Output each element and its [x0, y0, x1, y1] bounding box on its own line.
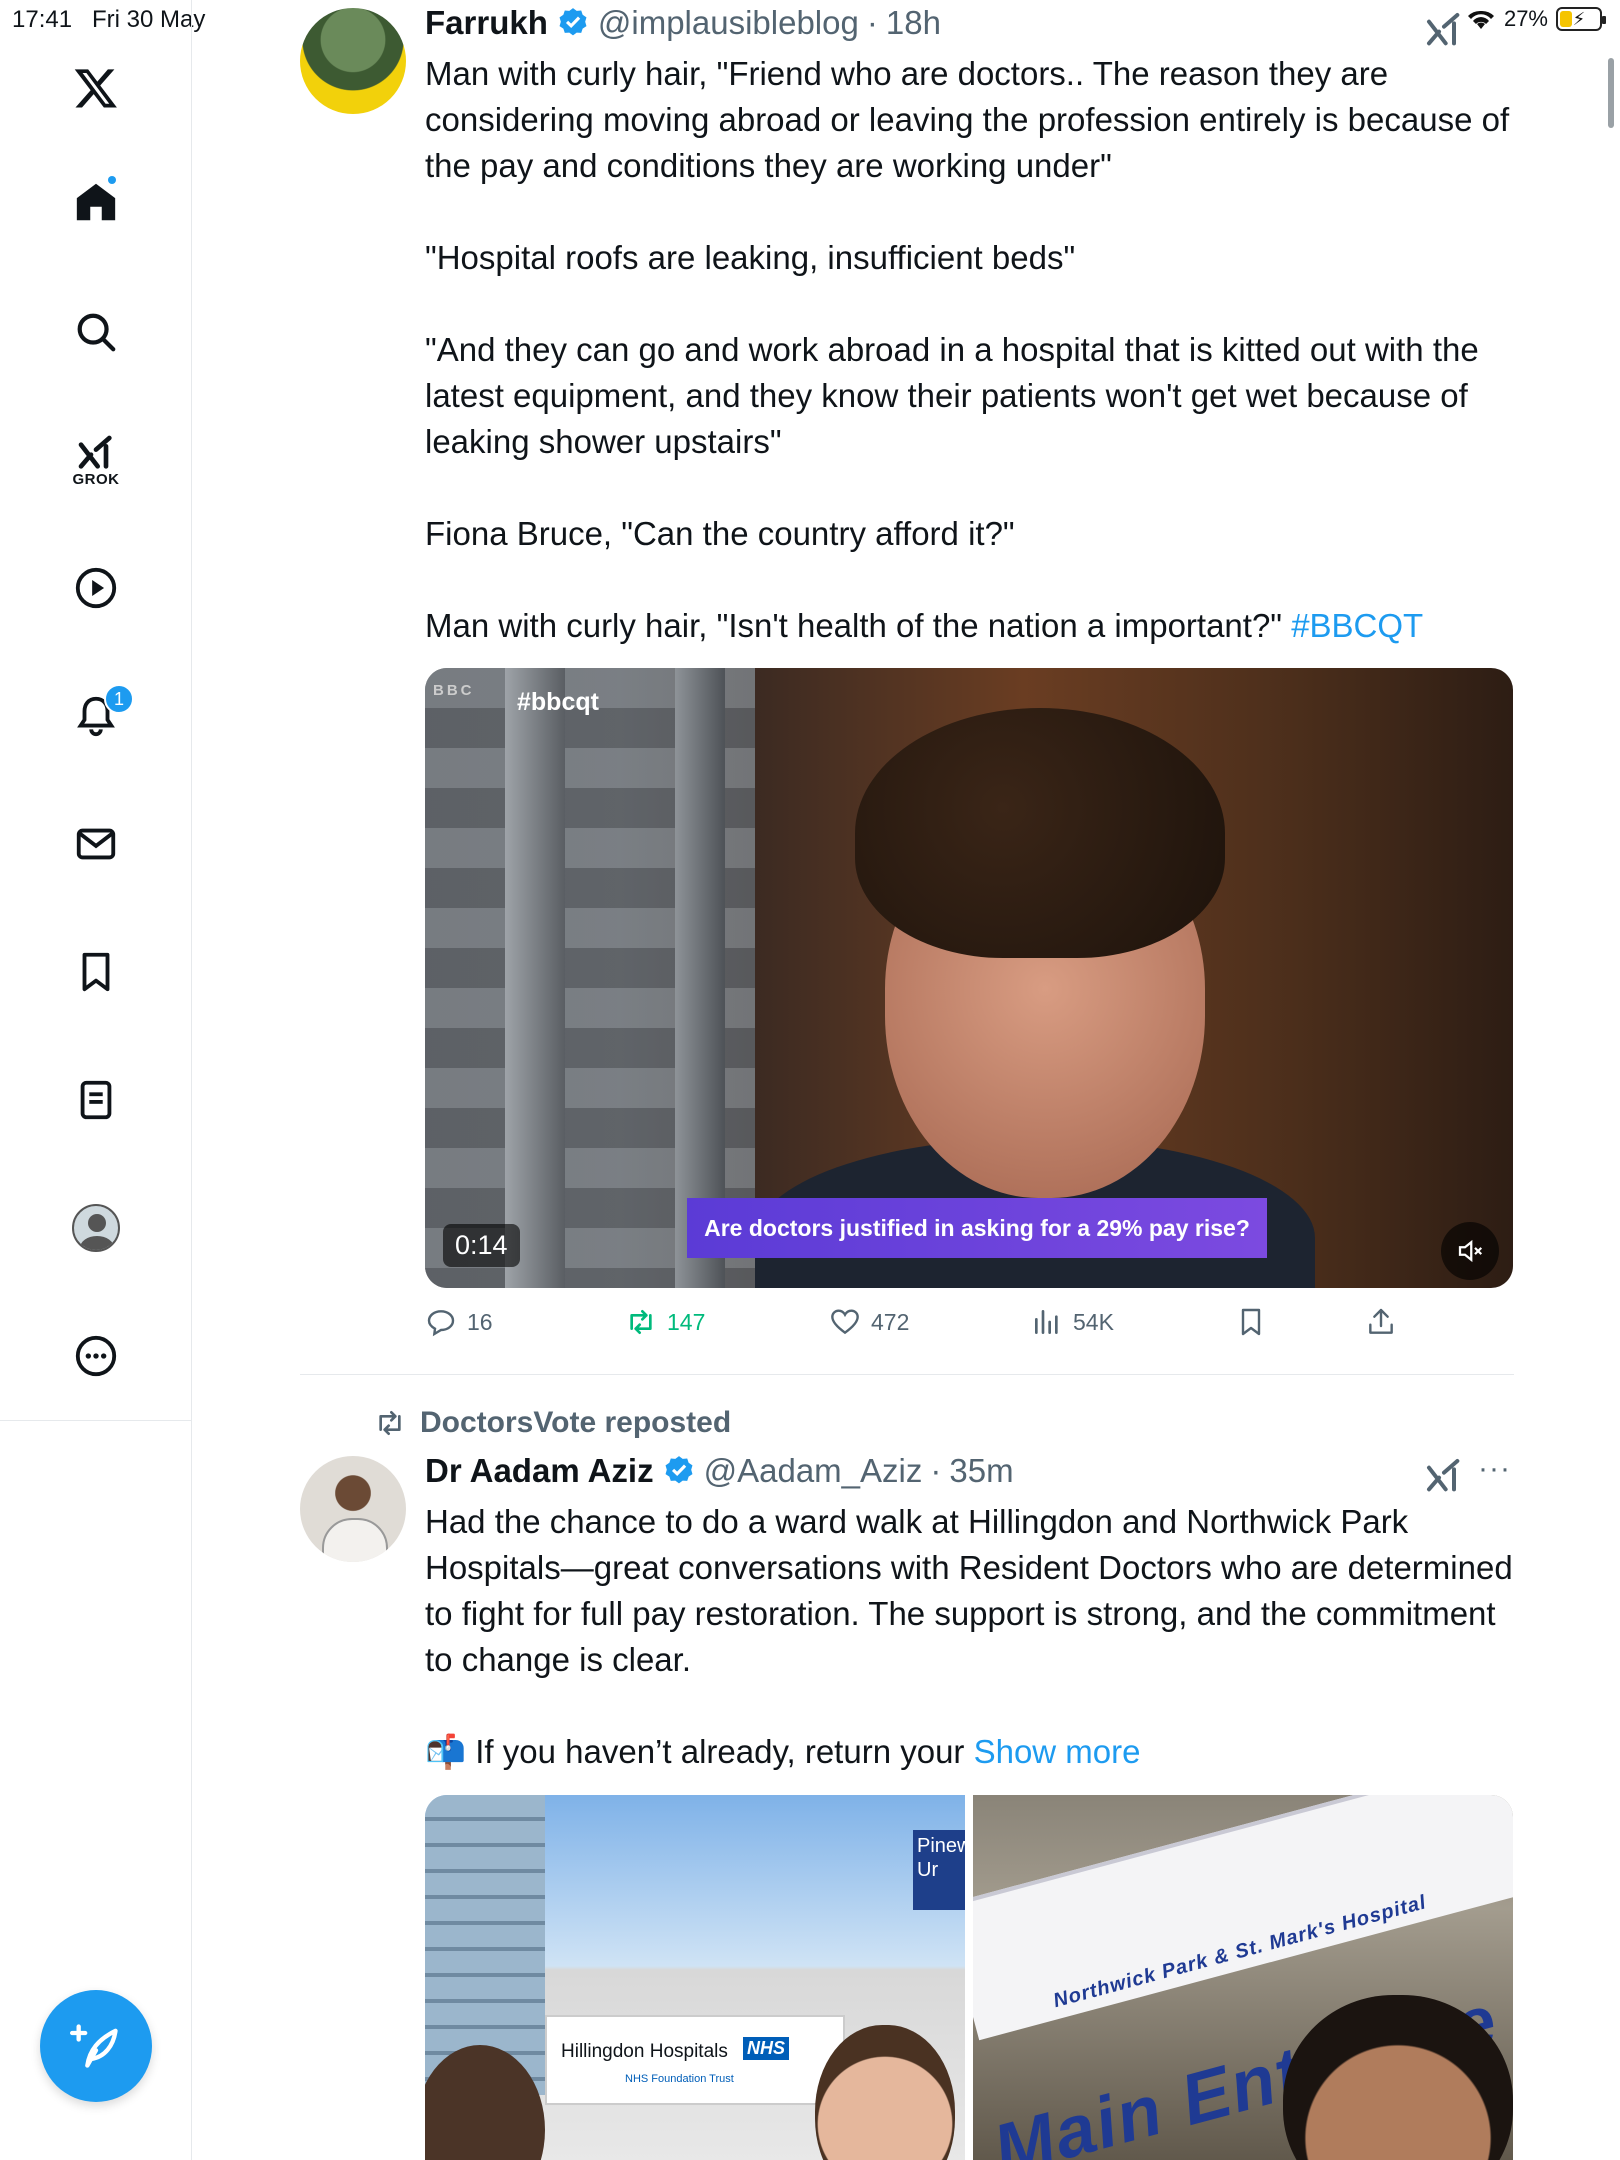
grok-explain-icon[interactable] — [1424, 1456, 1464, 1496]
lists-icon[interactable] — [56, 1060, 136, 1140]
bookmark-icon — [1241, 1308, 1261, 1336]
home-icon[interactable] — [56, 162, 136, 242]
x-logo-icon[interactable] — [56, 48, 136, 128]
sidebar: GROK 1 — [0, 0, 192, 2160]
reply-count: 16 — [467, 1308, 493, 1335]
like-count: 472 — [871, 1308, 910, 1335]
profile-icon[interactable] — [56, 1188, 136, 1268]
tweet-more-button[interactable]: ··· — [1478, 1452, 1511, 1486]
grok-icon[interactable]: GROK — [56, 420, 136, 500]
tweet2-last-paragraph: 📬 If you haven’t already, return your Sh… — [425, 1729, 1515, 1775]
tweet2-image-northwick[interactable]: Northwick Park & St. Mark's Hospital Mai… — [973, 1795, 1513, 2160]
tweet2-image-hillingdon[interactable]: Pinew Ur Hillingdon Hospitals NHS NHS Fo… — [425, 1795, 965, 2160]
sidebar-divider — [0, 1420, 192, 1421]
video-duration: 0:14 — [443, 1224, 520, 1267]
tweet1-paragraph: "Hospital roofs are leaking, insufficien… — [425, 239, 1076, 276]
tweet2-time[interactable]: 35m — [949, 1452, 1013, 1490]
home-unread-dot — [108, 176, 116, 184]
messages-envelope-icon[interactable] — [56, 804, 136, 884]
hospital-sign-text: Hillingdon Hospitals — [561, 2041, 728, 2062]
video-pole — [505, 668, 565, 1288]
share-icon — [1369, 1308, 1393, 1334]
like-button[interactable]: 472 — [829, 1306, 909, 1338]
repost-indicator[interactable]: DoctorsVote reposted — [374, 1406, 731, 1440]
farrukh-avatar[interactable] — [300, 8, 406, 114]
status-indicators: 27% ⚡ — [1466, 6, 1606, 32]
tweet-divider — [300, 1374, 1514, 1375]
tweet1-paragraph: Man with curly hair, "Friend who are doc… — [425, 55, 1510, 184]
views-button[interactable]: 54K — [1031, 1306, 1114, 1338]
battery-icon: ⚡ — [1556, 7, 1606, 31]
compose-feather-icon — [70, 2024, 118, 2068]
tweet1-text: Man with curly hair, "Friend who are doc… — [425, 51, 1515, 649]
tweet1-actions: 16 147 472 54K — [425, 1306, 1425, 1346]
heart-icon — [831, 1309, 859, 1335]
more-options-icon[interactable] — [56, 1316, 136, 1396]
notification-badge: 1 — [104, 684, 134, 714]
battery-percent: 27% — [1503, 6, 1548, 31]
tweet2-separator: · — [930, 1452, 942, 1489]
video-caption: Are doctors justified in asking for a 29… — [687, 1198, 1267, 1258]
verified-badge-icon — [665, 1456, 693, 1484]
tweet1-time[interactable]: 18h — [886, 4, 941, 42]
reply-button[interactable]: 16 — [425, 1306, 493, 1338]
tweet1-author-name[interactable]: Farrukh — [425, 4, 548, 42]
notifications-bell-icon[interactable]: 1 — [56, 676, 136, 756]
share-button[interactable] — [1365, 1306, 1397, 1338]
video-pole — [675, 668, 725, 1288]
repost-indicator-icon — [379, 1411, 401, 1435]
nhs-trust-text: NHS Foundation Trust — [625, 2073, 734, 2085]
bbc-logo: BBC — [433, 682, 475, 699]
views-chart-icon — [1035, 1310, 1058, 1334]
scrollbar[interactable] — [1608, 58, 1614, 128]
repost-count: 147 — [667, 1308, 706, 1335]
verified-badge-icon — [559, 8, 587, 36]
grok-explain-icon[interactable] — [1424, 10, 1464, 50]
video-play-icon[interactable] — [56, 548, 136, 628]
hashtag-link[interactable]: #BBCQT — [1291, 607, 1423, 644]
aziz-avatar[interactable] — [300, 1456, 406, 1562]
reply-icon — [427, 1310, 455, 1337]
search-icon[interactable] — [56, 292, 136, 372]
wifi-icon — [1467, 10, 1494, 30]
bookmarks-icon[interactable] — [56, 932, 136, 1012]
tweet1-last-text: Man with curly hair, "Isn't health of th… — [425, 607, 1292, 644]
mute-button[interactable] — [1441, 1222, 1499, 1280]
show-more-link[interactable]: Show more — [974, 1733, 1141, 1770]
tweet1-handle[interactable]: @implausibleblog — [598, 4, 859, 42]
tweet1-separator: · — [866, 4, 878, 41]
compose-post-button[interactable] — [40, 1990, 152, 2102]
tweet1-video[interactable]: BBC #bbcqt Are doctors justified in aski… — [425, 668, 1513, 1288]
tweet2-paragraph2: 📬 If you haven’t already, return your — [425, 1733, 974, 1770]
muted-speaker-icon — [1458, 1239, 1483, 1263]
tweet1-paragraph: "And they can go and work abroad in a ho… — [425, 331, 1479, 460]
tweet1-last-paragraph: Man with curly hair, "Isn't health of th… — [425, 603, 1515, 649]
nhs-logo: NHS — [743, 2037, 790, 2060]
tweet1-header: Farrukh @implausibleblog · 18h — [425, 4, 941, 42]
repost-icon — [630, 1310, 652, 1334]
bookmark-button[interactable] — [1235, 1306, 1267, 1338]
tweet2-author-name[interactable]: Dr Aadam Aziz — [425, 1452, 654, 1490]
repost-button[interactable]: 147 — [625, 1306, 705, 1338]
repost-label: DoctorsVote reposted — [420, 1406, 732, 1439]
tweet2-header: Dr Aadam Aziz @Aadam_Aziz · 35m — [425, 1452, 1014, 1490]
pinewood-sign: Pinew Ur — [913, 1830, 965, 1910]
views-count: 54K — [1073, 1308, 1114, 1335]
tweet2-handle[interactable]: @Aadam_Aziz — [704, 1452, 923, 1490]
grok-label: GROK — [72, 470, 120, 488]
tweet1-paragraph: Fiona Bruce, "Can the country afford it?… — [425, 515, 1015, 552]
tweet2-paragraph: Had the chance to do a ward walk at Hill… — [425, 1503, 1513, 1678]
tweet2-text: Had the chance to do a ward walk at Hill… — [425, 1499, 1515, 1775]
video-hashtag-overlay: #bbcqt — [517, 688, 599, 716]
video-person-hair — [855, 708, 1225, 958]
